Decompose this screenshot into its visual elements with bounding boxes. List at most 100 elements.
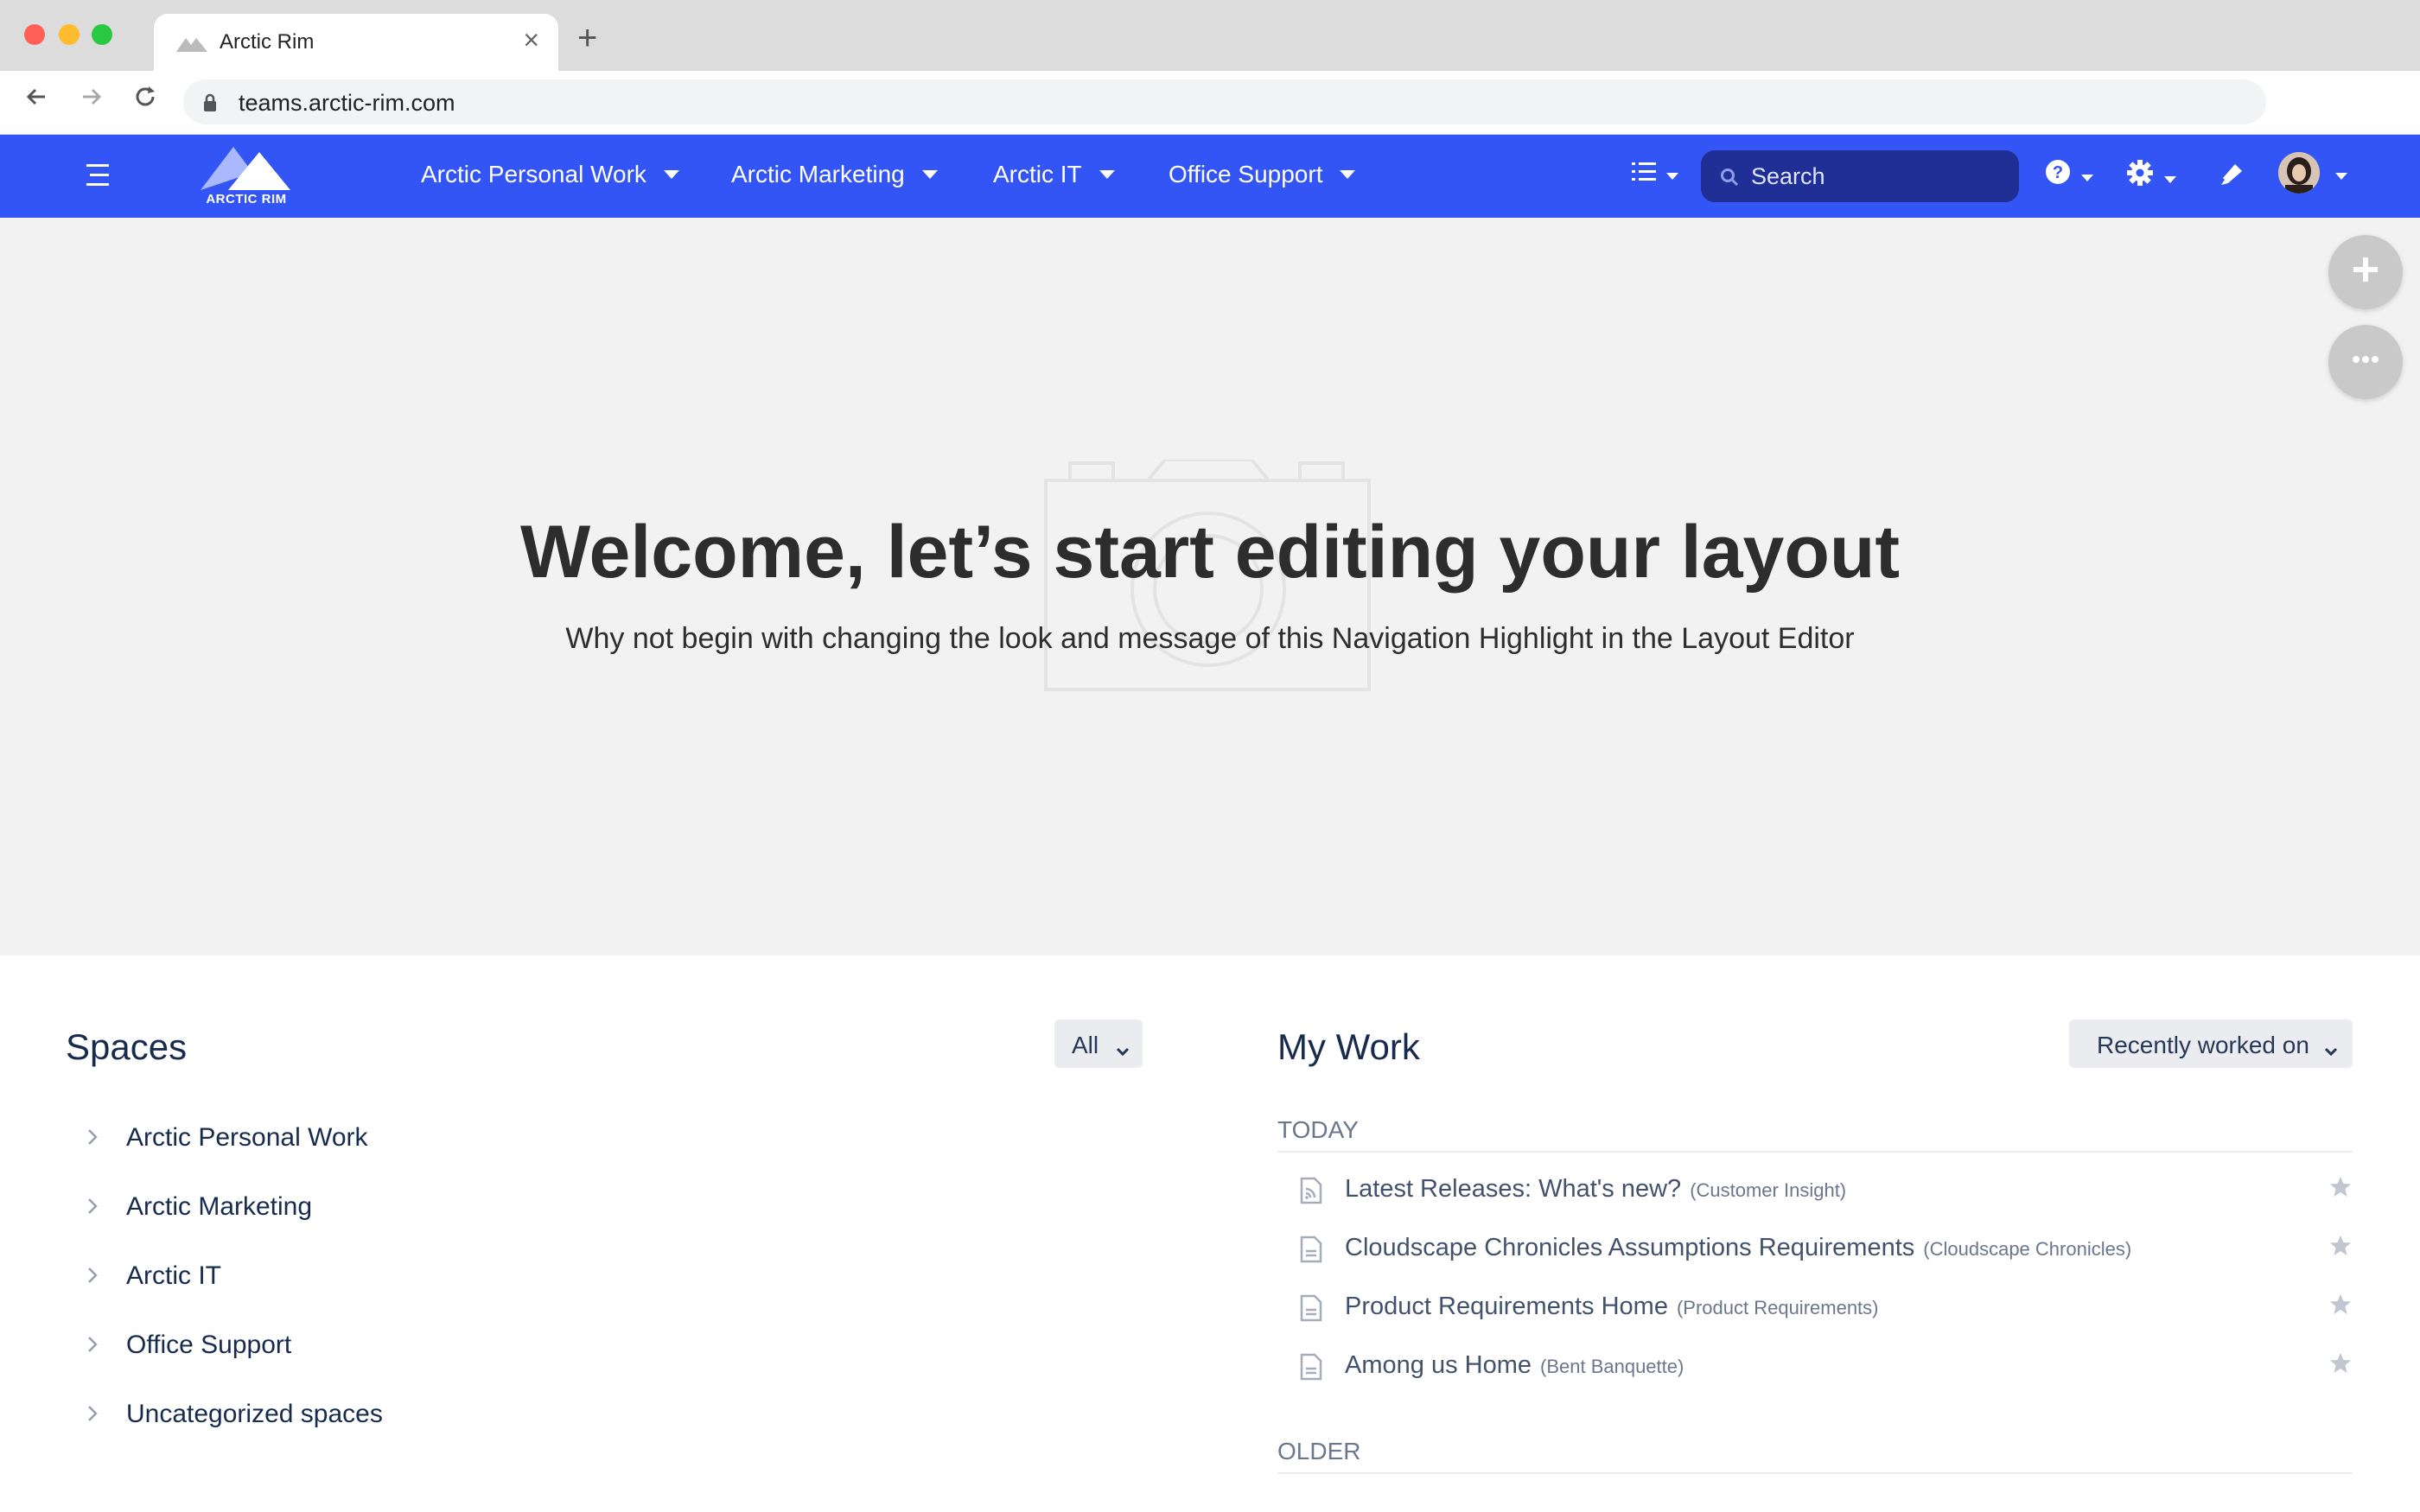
new-tab-button[interactable]: +: [577, 21, 597, 55]
spaces-filter-dropdown[interactable]: All: [1054, 1020, 1143, 1068]
space-item-office-support[interactable]: Office Support: [81, 1324, 773, 1367]
work-item[interactable]: Latest Releases: What's new? (Customer In…: [1293, 1166, 2353, 1215]
chevron-right-icon[interactable]: [86, 1196, 99, 1221]
space-item-label: Arctic Marketing: [126, 1192, 313, 1221]
browser-tab-strip: Arctic Rim × +: [0, 0, 2420, 71]
menu-label: Arctic Marketing: [731, 161, 905, 187]
search-icon: [1720, 168, 1739, 191]
close-window-button[interactable]: [24, 24, 45, 45]
space-item-label: Arctic IT: [126, 1261, 221, 1290]
reload-icon[interactable]: [131, 83, 159, 116]
space-item-label: Office Support: [126, 1331, 292, 1359]
menu-office-support[interactable]: Office Support: [1169, 161, 1356, 188]
settings-menu-button[interactable]: [2126, 159, 2177, 191]
work-item[interactable]: Cloudscape Chronicles Assumptions Requir…: [1293, 1225, 2353, 1274]
work-item-title[interactable]: Cloudscape Chronicles Assumptions Requir…: [1345, 1234, 1914, 1261]
url-field[interactable]: teams.arctic-rim.com: [183, 79, 2266, 124]
caret-down-icon: [1340, 169, 1356, 179]
chevron-right-icon[interactable]: [86, 1403, 99, 1428]
create-button[interactable]: [2328, 235, 2403, 309]
star-icon[interactable]: [2328, 1351, 2353, 1380]
space-item-uncategorized-spaces[interactable]: Uncategorized spaces: [81, 1393, 773, 1436]
star-icon[interactable]: [2328, 1175, 2353, 1204]
gear-icon: [2126, 160, 2157, 190]
hamburger-menu-icon[interactable]: [86, 162, 109, 193]
search-placeholder: Search: [1751, 163, 1825, 189]
forward-arrow-icon[interactable]: [78, 83, 105, 116]
chevron-down-icon: [2323, 1037, 2339, 1064]
space-item-arctic-it[interactable]: Arctic IT: [81, 1255, 773, 1298]
dashboard-content: Spaces All Arctic Personal Work Arctic M…: [0, 956, 2420, 1512]
page-icon: [1300, 1236, 1322, 1267]
menu-arctic-it[interactable]: Arctic IT: [993, 161, 1115, 188]
my-work-filter-label: Recently worked on: [2097, 1032, 2309, 1058]
older-group-label: OLDER: [1277, 1438, 1361, 1464]
space-item-arctic-marketing[interactable]: Arctic Marketing: [81, 1185, 773, 1229]
lock-icon: [202, 93, 218, 117]
navigation-highlight: Welcome, let’s start editing your layout…: [0, 218, 2420, 956]
chevron-right-icon[interactable]: [86, 1334, 99, 1359]
caret-down-icon: [1099, 169, 1115, 179]
megaphone-icon: [2219, 164, 2245, 190]
chevron-right-icon[interactable]: [86, 1127, 99, 1152]
my-work-title: My Work: [1277, 1026, 1420, 1067]
caret-down-icon: [2081, 174, 2094, 181]
work-item[interactable]: Product Requirements Home (Product Requir…: [1293, 1284, 2353, 1332]
ellipsis-icon: [2328, 351, 2403, 372]
blog-icon: [1300, 1177, 1322, 1209]
more-actions-button[interactable]: [2328, 325, 2403, 399]
my-work-filter-dropdown[interactable]: Recently worked on: [2069, 1020, 2353, 1068]
work-item-space: (Product Requirements): [1676, 1297, 1879, 1318]
search-input[interactable]: Search: [1701, 150, 2019, 202]
space-item-label: Arctic Personal Work: [126, 1123, 368, 1152]
avatar-caret-down-icon[interactable]: [2335, 173, 2347, 180]
caret-down-icon: [663, 169, 679, 179]
logo-text: ARCTIC RIM: [206, 192, 287, 206]
url-text: teams.arctic-rim.com: [239, 90, 455, 116]
work-item-title[interactable]: Product Requirements Home: [1345, 1293, 1668, 1320]
minimize-window-button[interactable]: [59, 24, 80, 45]
menu-label: Arctic Personal Work: [421, 161, 646, 187]
today-group-label: TODAY: [1277, 1116, 1359, 1143]
caret-down-icon: [2164, 175, 2177, 183]
help-icon: ?: [2045, 160, 2074, 188]
space-item-label: Uncategorized spaces: [126, 1400, 383, 1428]
star-icon[interactable]: [2328, 1293, 2353, 1321]
help-menu-button[interactable]: ?: [2045, 159, 2094, 189]
avatar[interactable]: [2278, 152, 2320, 194]
work-item-space: (Customer Insight): [1690, 1179, 1847, 1201]
close-tab-icon[interactable]: ×: [523, 26, 539, 54]
maximize-window-button[interactable]: [92, 24, 112, 45]
menu-label: Arctic IT: [993, 161, 1082, 187]
menu-label: Office Support: [1169, 161, 1323, 187]
work-item-space: (Cloudscape Chronicles): [1923, 1238, 2132, 1260]
work-item-space: (Bent Banquette): [1540, 1356, 1684, 1377]
menu-arctic-personal-work[interactable]: Arctic Personal Work: [421, 161, 679, 188]
star-icon[interactable]: [2328, 1234, 2353, 1262]
work-item[interactable]: Among us Home (Bent Banquette): [1293, 1343, 2353, 1391]
menu-arctic-marketing[interactable]: Arctic Marketing: [731, 161, 938, 188]
hero-subtitle: Why not begin with changing the look and…: [565, 622, 1855, 655]
hero-title: Welcome, let’s start editing your layout: [519, 511, 1901, 594]
svg-text:?: ?: [2053, 163, 2063, 182]
notifications-button[interactable]: [2219, 161, 2245, 191]
browser-tab[interactable]: Arctic Rim ×: [154, 14, 558, 71]
page-icon: [1300, 1353, 1322, 1385]
divider: [1277, 1151, 2353, 1153]
list-menu-button[interactable]: [1632, 161, 1679, 187]
tab-title: Arctic Rim: [220, 30, 315, 54]
work-item-title[interactable]: Latest Releases: What's new?: [1345, 1175, 1681, 1203]
page-icon: [1300, 1294, 1322, 1326]
app-navigation-bar: ARCTIC RIM Arctic Personal Work Arctic M…: [0, 135, 2420, 218]
chevron-right-icon[interactable]: [86, 1265, 99, 1290]
mountain-favicon-icon: [176, 35, 207, 56]
caret-down-icon: [921, 169, 938, 179]
spaces-filter-label: All: [1072, 1032, 1099, 1058]
space-item-arctic-personal-work[interactable]: Arctic Personal Work: [81, 1116, 773, 1159]
back-arrow-icon[interactable]: [22, 83, 50, 116]
list-icon: [1632, 162, 1659, 187]
caret-down-icon: [1666, 172, 1679, 180]
work-item-title[interactable]: Among us Home: [1345, 1351, 1532, 1379]
divider: [1277, 1472, 2353, 1474]
chevron-down-icon: [1115, 1037, 1130, 1064]
